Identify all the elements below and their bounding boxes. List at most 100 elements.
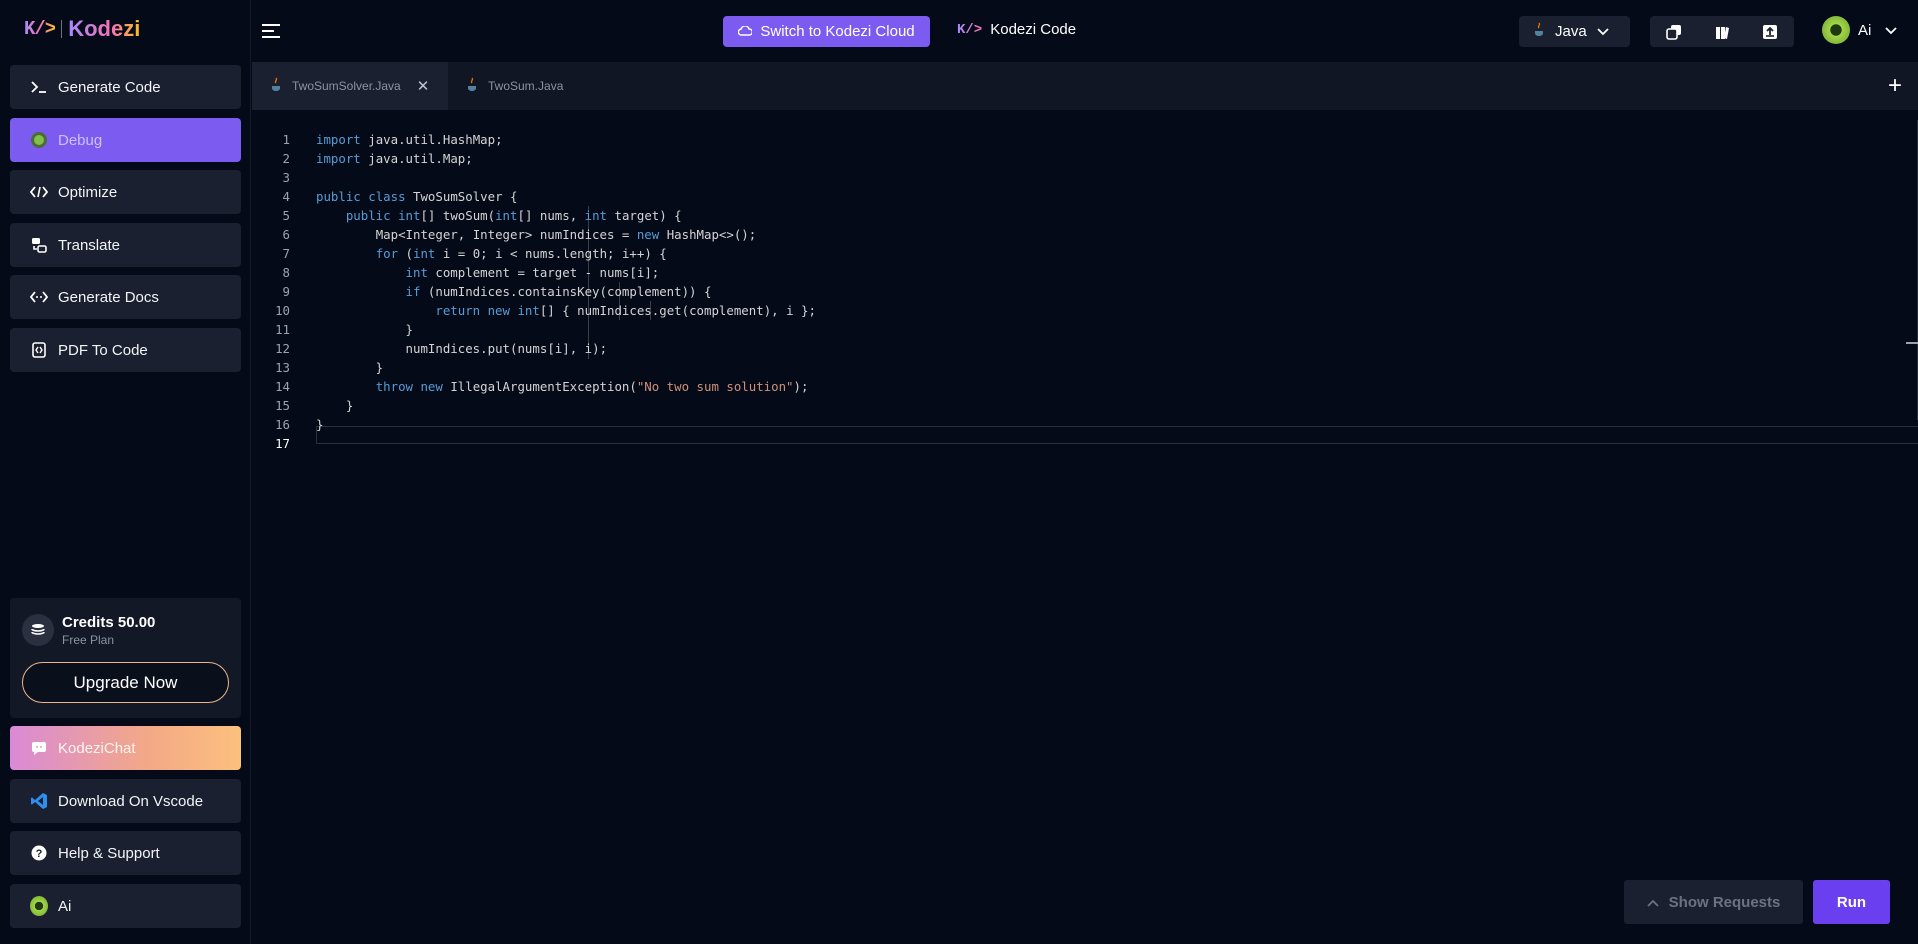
cloud-icon <box>738 23 754 40</box>
code-line[interactable]: 5 public int[] twoSum(int[] nums, int ta… <box>252 206 1918 225</box>
sidebar-toggle-icon[interactable] <box>262 20 284 42</box>
sidebar-item-generate-docs[interactable]: Generate Docs <box>10 275 241 319</box>
editor-tabs: TwoSumSolver.Java ✕ TwoSum.Java + <box>252 62 1918 110</box>
help-icon: ? <box>30 844 48 862</box>
code-editor[interactable]: 1 import java.util.HashMap; 2 import java.u… <box>252 110 1918 944</box>
run-button[interactable]: Run <box>1813 880 1890 924</box>
sidebar-item-label: Generate Code <box>58 78 161 96</box>
top-bar: Switch to Kodezi Cloud K/> Kodezi Code J… <box>252 0 1918 62</box>
upload-icon[interactable] <box>1746 16 1794 47</box>
kodezi-code-logo-icon: K/> <box>957 21 983 38</box>
code-line[interactable]: 17 <box>252 434 1918 453</box>
code-text: public class TwoSumSolver { <box>316 189 518 204</box>
code-line[interactable]: 9 if (numIndices.containsKey(complement)… <box>252 282 1918 301</box>
code-line[interactable]: 13 } <box>252 358 1918 377</box>
code-line[interactable]: 4 public class TwoSumSolver { <box>252 187 1918 206</box>
kodezi-logo[interactable]: K/> Kodezi <box>24 16 140 42</box>
line-number: 9 <box>282 284 290 299</box>
java-file-icon <box>270 77 282 96</box>
code-line[interactable]: 8 int complement = target - nums[i]; <box>252 263 1918 282</box>
code-line[interactable]: 2 import java.util.Map; <box>252 149 1918 168</box>
code-line[interactable]: 3 <box>252 168 1918 187</box>
user-name: Ai <box>1858 21 1872 39</box>
credits-balance: Credits 50.00 <box>62 614 156 631</box>
code-text: Map<Integer, Integer> numIndices = new H… <box>375 227 757 242</box>
chevron-down-icon <box>1597 23 1609 40</box>
code-text: int complement = target - nums[i]; <box>405 265 660 280</box>
line-number: 8 <box>282 265 290 280</box>
product-title: K/> Kodezi Code <box>957 21 1076 38</box>
line-number: 10 <box>275 303 290 318</box>
code-text: import java.util.HashMap; <box>316 132 503 147</box>
sidebar-item-help-support[interactable]: ? Help & Support <box>10 831 241 875</box>
code-line[interactable]: 12 numIndices.put(nums[i], i); <box>252 339 1918 358</box>
vscode-icon <box>30 792 48 810</box>
language-select-value: Java <box>1555 23 1587 40</box>
sidebar-item-label: PDF To Code <box>58 341 148 359</box>
language-select[interactable]: Java <box>1519 16 1630 47</box>
avatar-icon <box>30 896 48 916</box>
code-line[interactable]: 1 import java.util.HashMap; <box>252 130 1918 149</box>
line-number: 13 <box>275 360 290 375</box>
switch-to-cloud-label: Switch to Kodezi Cloud <box>760 23 915 40</box>
code-line[interactable]: 6 Map<Integer, Integer> numIndices = new… <box>252 225 1918 244</box>
credits-card: Credits 50.00 Free Plan Upgrade Now <box>10 598 241 718</box>
sidebar-item-download-vscode[interactable]: Download On Vscode <box>10 779 241 823</box>
docs-icon <box>30 288 48 306</box>
line-number: 17 <box>275 436 290 451</box>
sidebar-item-pdf-to-code[interactable]: PDF To Code <box>10 328 241 372</box>
code-line[interactable]: 16} <box>252 415 1918 434</box>
code-text: public int[] twoSum(int[] nums, int targ… <box>345 208 682 223</box>
chevron-up-icon <box>1647 894 1659 911</box>
code-text: } <box>316 322 413 337</box>
show-requests-button[interactable]: Show Requests <box>1624 880 1803 924</box>
line-number: 3 <box>282 170 290 185</box>
close-icon[interactable]: ✕ <box>417 77 430 95</box>
pdf-icon <box>30 341 48 359</box>
code-text: } <box>316 398 354 413</box>
switch-to-cloud-button[interactable]: Switch to Kodezi Cloud <box>723 16 930 47</box>
chat-icon <box>30 739 48 757</box>
code-text: throw new IllegalArgumentException("No t… <box>375 379 809 394</box>
toolbar-icon-group <box>1650 16 1794 47</box>
line-number: 2 <box>282 151 290 166</box>
library-icon[interactable] <box>1698 16 1746 47</box>
code-line[interactable]: 7 for (int i = 0; i < nums.length; i++) … <box>252 244 1918 263</box>
sidebar-item-generate-code[interactable]: Generate Code <box>10 65 241 109</box>
code-line[interactable]: 10 return new int[] { numIndices.get(com… <box>252 301 1918 320</box>
java-file-icon <box>466 77 478 96</box>
add-tab-icon[interactable]: + <box>1888 74 1902 98</box>
avatar <box>1822 16 1850 44</box>
sidebar: K/> Kodezi Generate Code Debug Optimize … <box>0 0 251 944</box>
sidebar-item-translate[interactable]: Translate <box>10 223 241 267</box>
svg-text:?: ? <box>36 848 43 860</box>
tab-label: TwoSum.Java <box>488 79 564 93</box>
debug-icon <box>30 131 48 149</box>
sidebar-item-label: Download On Vscode <box>58 792 204 810</box>
code-text: import java.util.Map; <box>316 151 473 166</box>
code-icon <box>30 183 48 201</box>
line-number: 12 <box>275 341 290 356</box>
sidebar-item-debug[interactable]: Debug <box>10 118 241 162</box>
code-text: numIndices.put(nums[i], i); <box>405 341 608 356</box>
tab-twosumsolver[interactable]: TwoSumSolver.Java ✕ <box>252 62 448 110</box>
copy-icon[interactable] <box>1650 16 1698 47</box>
sidebar-item-label: Generate Docs <box>58 288 159 306</box>
sidebar-item-kodezichat[interactable]: KodeziChat <box>10 726 241 770</box>
sidebar-item-optimize[interactable]: Optimize <box>10 170 241 214</box>
logo-mark: K/> <box>24 18 56 40</box>
code-text: if (numIndices.containsKey(complement)) … <box>405 284 712 299</box>
code-line[interactable]: 14 throw new IllegalArgumentException("N… <box>252 377 1918 396</box>
sidebar-item-label: Debug <box>58 131 103 149</box>
product-title-label: Kodezi Code <box>990 21 1077 38</box>
sidebar-item-account[interactable]: Ai <box>10 884 241 928</box>
coins-icon <box>22 614 54 646</box>
upgrade-button[interactable]: Upgrade Now <box>22 662 229 703</box>
sidebar-item-label: Help & Support <box>58 844 160 862</box>
line-number: 7 <box>282 246 290 261</box>
code-line[interactable]: 15 } <box>252 396 1918 415</box>
user-menu[interactable]: Ai <box>1822 16 1897 44</box>
line-number: 15 <box>275 398 290 413</box>
code-line[interactable]: 11 } <box>252 320 1918 339</box>
tab-twosum[interactable]: TwoSum.Java <box>448 62 608 110</box>
